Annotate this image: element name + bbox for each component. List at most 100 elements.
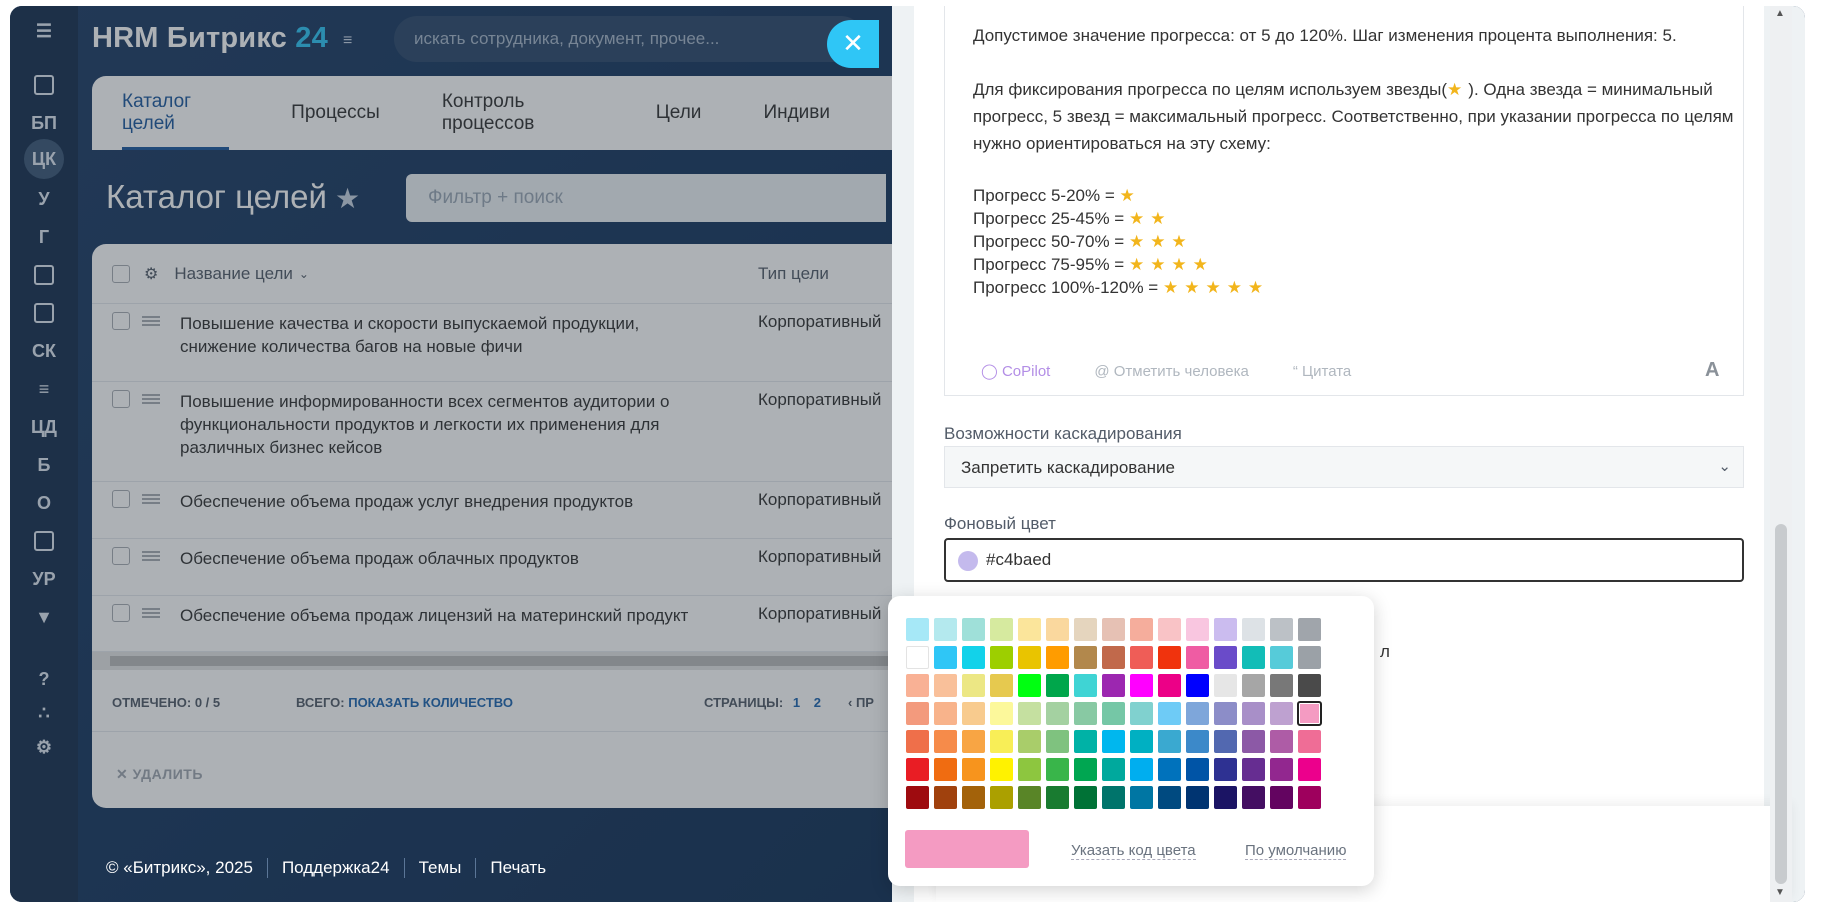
color-swatch[interactable]: [1130, 702, 1153, 725]
color-swatch[interactable]: [1158, 730, 1181, 753]
color-swatch[interactable]: [1186, 646, 1209, 669]
color-swatch[interactable]: [1270, 674, 1293, 697]
rail-item-o[interactable]: О: [20, 486, 68, 520]
color-swatch[interactable]: [1158, 618, 1181, 641]
table-row[interactable]: Повышение качества и скорости выпускаемо…: [92, 304, 892, 382]
color-swatch[interactable]: [1074, 646, 1097, 669]
color-swatch[interactable]: [1018, 618, 1041, 641]
color-swatch[interactable]: [1242, 618, 1265, 641]
chevron-down-icon[interactable]: ▼: [20, 600, 68, 634]
gear-icon[interactable]: ⚙: [20, 730, 68, 764]
color-swatch[interactable]: [934, 674, 957, 697]
color-swatch[interactable]: [1186, 730, 1209, 753]
vertical-scrollbar[interactable]: ▲ ▼: [1770, 6, 1792, 902]
color-swatch[interactable]: [1297, 701, 1322, 726]
bg-color-input[interactable]: #c4baed: [944, 538, 1744, 582]
prev-page-link[interactable]: ‹ ПР: [848, 695, 874, 710]
goal-name[interactable]: Обеспечение объема продаж лицензий на ма…: [180, 604, 700, 627]
settings-sliders-icon[interactable]: ≡: [343, 32, 352, 50]
color-swatch[interactable]: [1186, 758, 1209, 781]
row-checkbox[interactable]: [112, 312, 130, 330]
scrollbar-thumb[interactable]: [1775, 524, 1787, 884]
color-swatch[interactable]: [1270, 786, 1293, 809]
color-swatch[interactable]: [1046, 758, 1069, 781]
color-swatch[interactable]: [1298, 730, 1321, 753]
support-link[interactable]: Поддержка24: [266, 858, 404, 878]
color-swatch[interactable]: [1158, 702, 1181, 725]
color-swatch[interactable]: [962, 618, 985, 641]
color-swatch[interactable]: [962, 646, 985, 669]
tab-individual[interactable]: Индиви: [763, 76, 830, 150]
cascade-select[interactable]: Запретить каскадирование ⌄: [944, 446, 1744, 488]
color-swatch[interactable]: [1074, 618, 1097, 641]
color-swatch[interactable]: [1242, 646, 1265, 669]
color-swatch[interactable]: [1186, 786, 1209, 809]
color-swatch[interactable]: [990, 646, 1013, 669]
color-swatch[interactable]: [1102, 674, 1125, 697]
tab-processes[interactable]: Процессы: [291, 76, 380, 150]
color-swatch[interactable]: [1270, 730, 1293, 753]
color-swatch[interactable]: [906, 702, 929, 725]
color-swatch[interactable]: [990, 730, 1013, 753]
table-row[interactable]: Обеспечение объема продаж облачных проду…: [92, 539, 892, 596]
color-swatch[interactable]: [906, 758, 929, 781]
column-type-header[interactable]: Тип цели: [758, 264, 829, 284]
table-row[interactable]: Обеспечение объема продаж лицензий на ма…: [92, 596, 892, 652]
color-swatch[interactable]: [962, 730, 985, 753]
page-2-link[interactable]: 2: [814, 695, 821, 710]
color-swatch[interactable]: [1102, 702, 1125, 725]
row-checkbox[interactable]: [112, 490, 130, 508]
color-swatch[interactable]: [1186, 702, 1209, 725]
color-swatch[interactable]: [1018, 786, 1041, 809]
color-swatch[interactable]: [934, 786, 957, 809]
help-icon[interactable]: ?: [20, 662, 68, 696]
sliders-icon[interactable]: ≡: [20, 372, 68, 406]
color-swatch[interactable]: [1158, 758, 1181, 781]
goal-name[interactable]: Обеспечение объема продаж услуг внедрени…: [180, 490, 700, 513]
drag-handle-icon[interactable]: [142, 394, 160, 404]
delete-button[interactable]: ✕ УДАЛИТЬ: [116, 766, 203, 783]
rail-item-u[interactable]: У: [20, 182, 68, 216]
color-swatch[interactable]: [962, 758, 985, 781]
color-swatch[interactable]: [1074, 758, 1097, 781]
print-link[interactable]: Печать: [475, 858, 560, 878]
sort-chevron-icon[interactable]: ⌄: [299, 267, 309, 281]
rail-item-ur[interactable]: УР: [20, 562, 68, 596]
color-swatch[interactable]: [906, 730, 929, 753]
color-swatch[interactable]: [1270, 646, 1293, 669]
color-swatch[interactable]: [1214, 758, 1237, 781]
scroll-down-icon[interactable]: ▼: [1775, 887, 1785, 898]
scrollbar-thumb[interactable]: [110, 656, 892, 666]
color-swatch[interactable]: [1158, 646, 1181, 669]
color-swatch[interactable]: [934, 646, 957, 669]
color-swatch[interactable]: [906, 674, 929, 697]
color-swatch[interactable]: [1130, 646, 1153, 669]
page-1-link[interactable]: 1: [793, 695, 800, 710]
specify-color-code-link[interactable]: Указать код цвета: [1071, 842, 1196, 860]
goal-name[interactable]: Обеспечение объема продаж облачных проду…: [180, 547, 700, 570]
goal-name[interactable]: Повышение информированности всех сегмент…: [180, 390, 700, 459]
color-swatch[interactable]: [1270, 758, 1293, 781]
color-swatch[interactable]: [1074, 730, 1097, 753]
color-swatch[interactable]: [962, 674, 985, 697]
checklist-icon[interactable]: [20, 524, 68, 558]
structure-icon[interactable]: ∴: [20, 696, 68, 730]
color-swatch[interactable]: [1046, 702, 1069, 725]
color-swatch[interactable]: [906, 646, 929, 669]
color-swatch[interactable]: [1046, 646, 1069, 669]
drag-handle-icon[interactable]: [142, 608, 160, 618]
color-swatch[interactable]: [1242, 674, 1265, 697]
color-swatch[interactable]: [934, 618, 957, 641]
themes-link[interactable]: Темы: [403, 858, 476, 878]
color-swatch[interactable]: [1214, 618, 1237, 641]
color-swatch[interactable]: [1046, 618, 1069, 641]
color-swatch[interactable]: [1214, 786, 1237, 809]
color-swatch[interactable]: [1130, 758, 1153, 781]
color-swatch[interactable]: [1018, 702, 1041, 725]
rail-item-ck[interactable]: ЦК: [20, 139, 68, 179]
calendar-icon[interactable]: [20, 258, 68, 292]
drag-handle-icon[interactable]: [142, 316, 160, 326]
color-swatch[interactable]: [1102, 730, 1125, 753]
color-swatch[interactable]: [1242, 786, 1265, 809]
tab-goals[interactable]: Цели: [656, 76, 702, 150]
